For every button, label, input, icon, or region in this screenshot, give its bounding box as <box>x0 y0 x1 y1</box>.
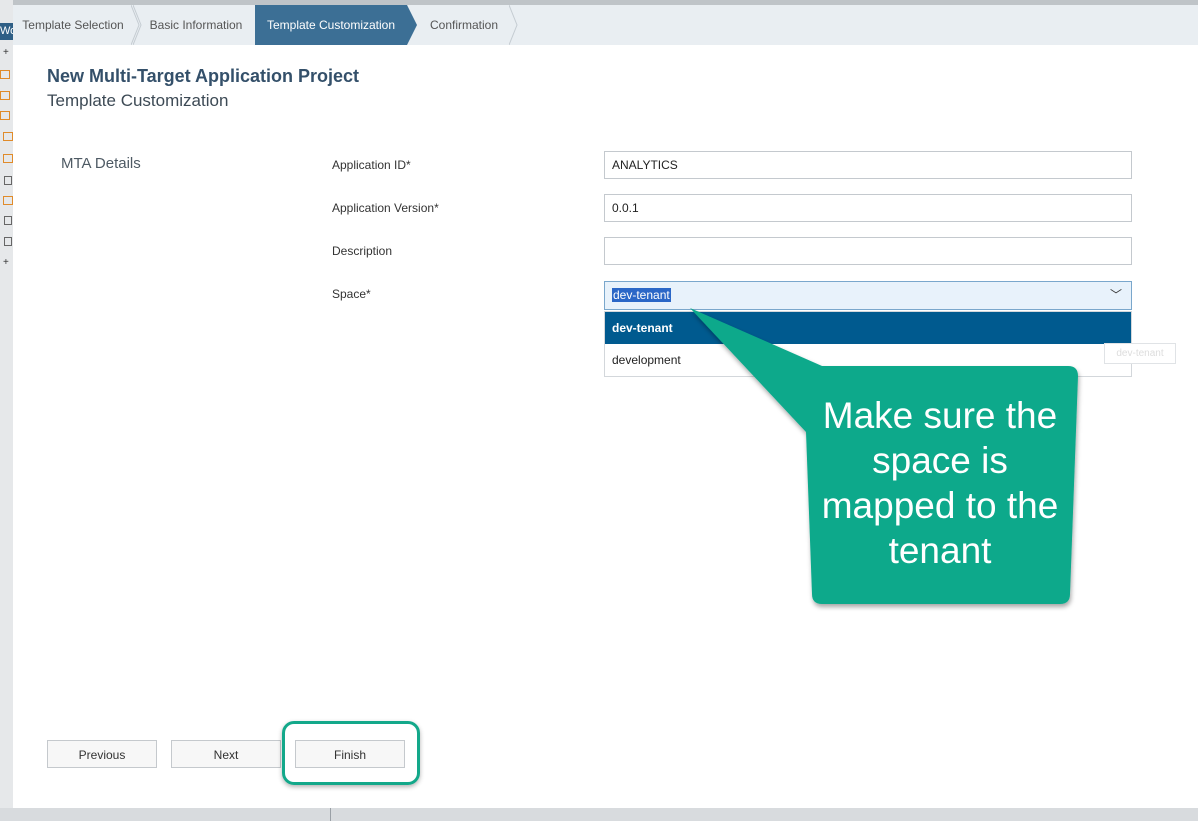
step-separator-icon <box>131 5 140 45</box>
background-divider <box>330 808 331 821</box>
step-confirmation[interactable]: Confirmation <box>419 5 518 45</box>
step-template-customization[interactable]: Template Customization <box>255 5 417 45</box>
expand-icon: + <box>3 47 9 58</box>
folder-icon <box>3 196 13 205</box>
background-status-bar <box>0 808 1198 821</box>
space-label: Space* <box>332 287 371 301</box>
application-id-label: Application ID* <box>332 158 411 172</box>
space-option-dev-tenant[interactable]: dev-tenant <box>605 312 1131 344</box>
folder-icon <box>0 91 10 100</box>
tooltip-ghost: dev-tenant <box>1104 343 1176 364</box>
space-dropdown-list: dev-tenant development <box>604 311 1132 377</box>
step-template-selection[interactable]: Template Selection <box>13 5 142 45</box>
folder-icon <box>0 70 10 79</box>
step-separator-icon <box>509 5 518 45</box>
page-subtitle: Template Customization <box>47 91 229 110</box>
description-label: Description <box>332 244 393 258</box>
application-version-label: Application Version* <box>332 201 439 215</box>
wizard-steps: Template Selection Basic Information Tem… <box>13 5 1198 45</box>
expand-icon: + <box>3 257 9 268</box>
active-step-arrow-icon <box>407 5 417 45</box>
previous-button[interactable]: Previous <box>47 740 157 768</box>
space-select[interactable]: dev-tenant ﹀ <box>604 281 1132 310</box>
next-button[interactable]: Next <box>171 740 281 768</box>
description-input[interactable] <box>604 237 1132 265</box>
folder-icon <box>0 111 10 120</box>
file-icon <box>4 176 12 185</box>
callout-text: Make sure the space is mapped to the ten… <box>821 395 1059 571</box>
step-basic-information[interactable]: Basic Information <box>137 5 255 45</box>
file-icon <box>4 237 12 246</box>
file-icon <box>4 216 12 225</box>
space-option-development[interactable]: development <box>605 344 1131 376</box>
section-label-mta-details: MTA Details <box>61 155 141 172</box>
background-sidebar-title: Wor <box>0 23 13 40</box>
folder-icon <box>3 154 13 163</box>
finish-highlight-annotation <box>282 721 420 785</box>
application-id-input[interactable] <box>604 151 1132 179</box>
space-select-value: dev-tenant <box>612 288 671 302</box>
page-title: New Multi-Target Application Project <box>47 66 360 86</box>
background-sidebar: Wor + + <box>0 0 13 821</box>
folder-icon <box>3 132 13 141</box>
application-version-input[interactable] <box>604 194 1132 222</box>
chevron-down-icon[interactable]: ﹀ <box>1110 282 1122 309</box>
